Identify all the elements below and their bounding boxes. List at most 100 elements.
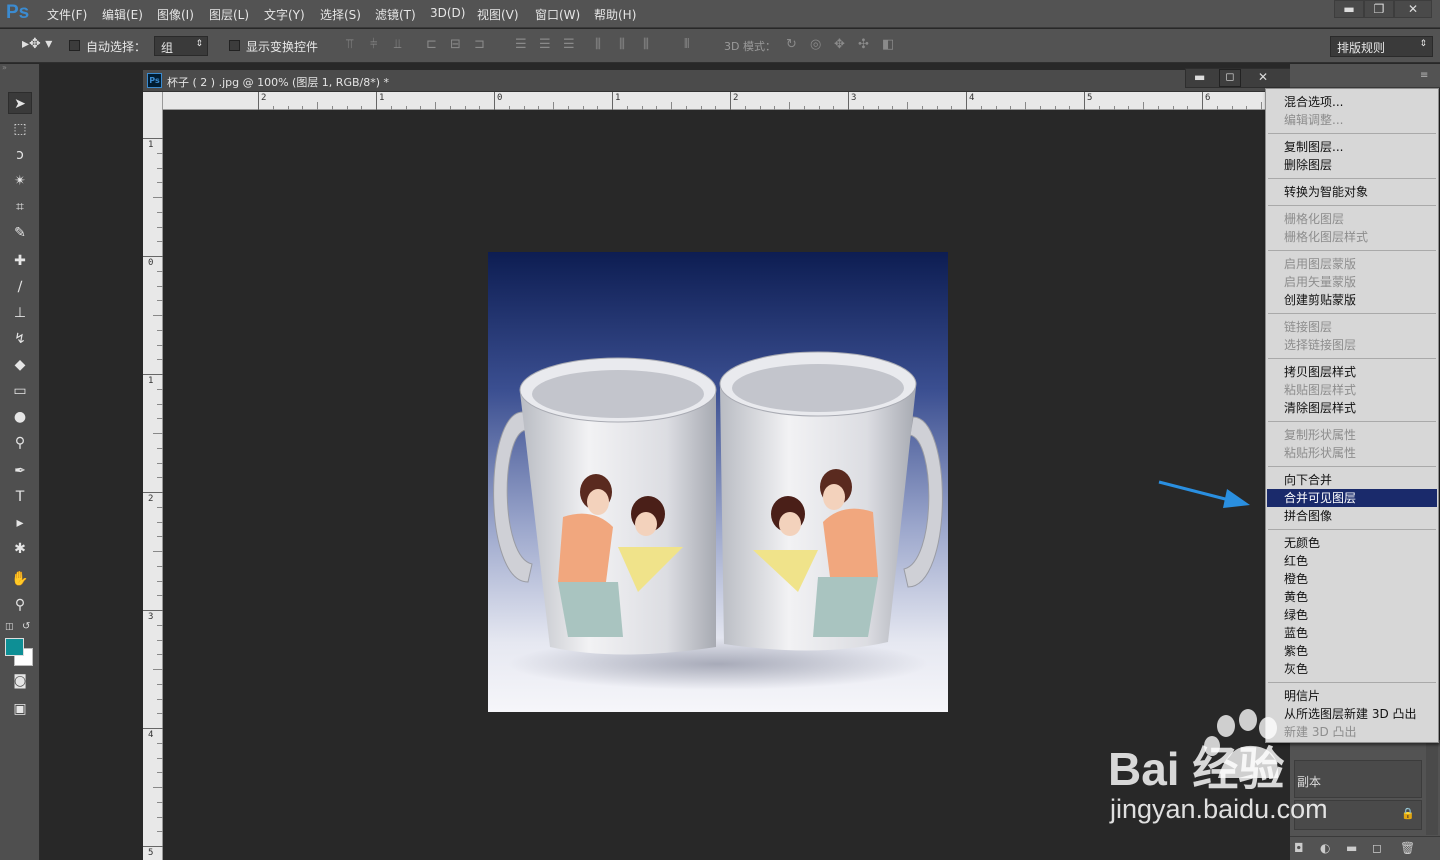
menu-image[interactable]: 图像(I) <box>157 6 194 23</box>
distribute-vcenter-icon[interactable]: ☰ <box>539 37 551 52</box>
path-select-tool-icon[interactable]: ▸ <box>8 512 32 534</box>
context-menu-item[interactable]: 启用图层蒙版 <box>1267 255 1437 273</box>
marquee-tool-icon[interactable]: ⬚ <box>8 118 32 140</box>
context-menu-item[interactable]: 清除图层样式 <box>1267 399 1437 417</box>
3d-roll-icon[interactable]: ◎ <box>810 37 821 52</box>
align-top-icon[interactable]: ⫪ <box>346 37 353 52</box>
adjustment-layer-icon[interactable]: ◐ <box>1320 841 1330 855</box>
context-menu-item[interactable]: 启用矢量蒙版 <box>1267 273 1437 291</box>
foreground-color-swatch[interactable] <box>5 638 24 656</box>
layers-scrollbar[interactable] <box>1426 740 1438 835</box>
distribute-top-icon[interactable]: ☰ <box>515 37 527 52</box>
delete-layer-icon[interactable]: 🗑 <box>1400 841 1415 855</box>
dodge-tool-icon[interactable]: ⚲ <box>8 432 32 454</box>
document-tab[interactable]: Ps 杯子 ( 2 ) .jpg @ 100% (图层 1, RGB/8*) * <box>143 70 1293 92</box>
doc-maximize-icon[interactable]: ◻ <box>1219 69 1241 87</box>
context-menu-item[interactable]: 红色 <box>1267 552 1437 570</box>
context-menu-item[interactable]: 紫色 <box>1267 642 1437 660</box>
auto-align-icon[interactable]: ⫴ <box>684 37 689 52</box>
brush-tool-icon[interactable]: ∕ <box>8 276 32 298</box>
minimize-button[interactable]: ▬ <box>1334 0 1364 18</box>
new-layer-icon[interactable]: ◻ <box>1372 841 1382 855</box>
context-menu-item[interactable]: 拷贝图层样式 <box>1267 363 1437 381</box>
context-menu-item[interactable]: 黄色 <box>1267 588 1437 606</box>
distribute-right-icon[interactable]: ⫼ <box>643 37 649 52</box>
menu-select[interactable]: 选择(S) <box>320 6 361 23</box>
layer-row[interactable]: 🔒 <box>1294 800 1422 830</box>
lasso-tool-icon[interactable]: ↄ <box>8 144 32 166</box>
layer-row[interactable]: 副本 <box>1294 760 1422 798</box>
context-menu-item[interactable]: 灰色 <box>1267 660 1437 678</box>
workspace-dropdown[interactable]: 排版规则 ⇕ <box>1330 36 1433 57</box>
link-layers-icon[interactable]: ◘ <box>1294 841 1304 855</box>
new-group-icon[interactable]: ▬ <box>1346 841 1357 855</box>
menu-edit[interactable]: 编辑(E) <box>102 6 143 23</box>
context-menu-item[interactable]: 选择链接图层 <box>1267 336 1437 354</box>
context-menu-item[interactable]: 栅格化图层 <box>1267 210 1437 228</box>
stamp-tool-icon[interactable]: ⊥ <box>8 302 32 324</box>
3d-pan-icon[interactable]: ✥ <box>834 37 845 52</box>
context-menu-item[interactable]: 混合选项... <box>1267 93 1437 111</box>
3d-rotate-icon[interactable]: ↻ <box>786 37 797 52</box>
context-menu-item[interactable]: 蓝色 <box>1267 624 1437 642</box>
default-colors-icon[interactable]: ◫ <box>5 622 14 632</box>
eyedropper-tool-icon[interactable]: ✎ <box>8 222 32 244</box>
context-menu-item[interactable]: 绿色 <box>1267 606 1437 624</box>
context-menu-item[interactable]: 编辑调整... <box>1267 111 1437 129</box>
doc-close-icon[interactable]: ✕ <box>1258 70 1268 84</box>
distribute-left-icon[interactable]: ⫼ <box>595 37 601 52</box>
doc-minimize-icon[interactable]: ▬ <box>1194 70 1205 84</box>
context-menu-item[interactable]: 向下合并 <box>1267 471 1437 489</box>
context-menu-item[interactable]: 粘贴形状属性 <box>1267 444 1437 462</box>
context-menu-item[interactable]: 从所选图层新建 3D 凸出 <box>1267 705 1437 723</box>
blur-tool-icon[interactable]: ● <box>8 406 32 428</box>
move-tool-preset-icon[interactable]: ▸✥ ▾ <box>22 36 52 52</box>
context-menu-item[interactable]: 明信片 <box>1267 687 1437 705</box>
crop-tool-icon[interactable]: ⌗ <box>8 196 32 218</box>
context-menu-item[interactable]: 合并可见图层 <box>1267 489 1437 507</box>
distribute-bottom-icon[interactable]: ☰ <box>563 37 575 52</box>
close-button[interactable]: ✕ <box>1394 0 1432 18</box>
type-tool-icon[interactable]: T <box>8 486 32 508</box>
swap-colors-icon[interactable]: ↺ <box>22 621 30 632</box>
menu-3d[interactable]: 3D(D) <box>430 6 465 20</box>
3d-scale-icon[interactable]: ◧ <box>882 37 894 52</box>
context-menu-item[interactable]: 复制图层... <box>1267 138 1437 156</box>
history-brush-tool-icon[interactable]: ↯ <box>8 328 32 350</box>
menu-file[interactable]: 文件(F) <box>47 6 87 23</box>
align-right-icon[interactable]: ⊐ <box>474 37 485 52</box>
restore-button[interactable]: ❐ <box>1364 0 1394 18</box>
menu-view[interactable]: 视图(V) <box>477 6 519 23</box>
context-menu-item[interactable]: 删除图层 <box>1267 156 1437 174</box>
panel-collapse-icon[interactable]: » <box>2 64 38 72</box>
menu-layer[interactable]: 图层(L) <box>209 6 249 23</box>
menu-help[interactable]: 帮助(H) <box>594 6 636 23</box>
align-left-icon[interactable]: ⊏ <box>426 37 437 52</box>
context-menu-item[interactable]: 链接图层 <box>1267 318 1437 336</box>
canvas-image[interactable] <box>488 252 948 712</box>
gradient-tool-icon[interactable]: ▭ <box>8 380 32 402</box>
menu-filter[interactable]: 滤镜(T) <box>375 6 416 23</box>
zoom-tool-icon[interactable]: ⚲ <box>8 594 32 616</box>
panel-menu-icon[interactable]: ≡ <box>1420 70 1428 81</box>
eraser-tool-icon[interactable]: ◆ <box>8 354 32 376</box>
align-vcenter-icon[interactable]: ⫩ <box>370 37 377 52</box>
context-menu-item[interactable]: 橙色 <box>1267 570 1437 588</box>
menu-window[interactable]: 窗口(W) <box>535 6 580 23</box>
context-menu-item[interactable]: 粘贴图层样式 <box>1267 381 1437 399</box>
context-menu-item[interactable]: 创建剪贴蒙版 <box>1267 291 1437 309</box>
auto-select-dropdown[interactable]: 组 ⇕ <box>154 36 208 56</box>
align-hcenter-icon[interactable]: ⊟ <box>450 37 461 52</box>
context-menu-item[interactable]: 新建 3D 凸出 <box>1267 723 1437 741</box>
context-menu-item[interactable]: 栅格化图层样式 <box>1267 228 1437 246</box>
auto-select-checkbox[interactable] <box>69 40 80 51</box>
context-menu-item[interactable]: 无颜色 <box>1267 534 1437 552</box>
shape-tool-icon[interactable]: ✱ <box>8 538 32 560</box>
context-menu-item[interactable]: 转换为智能对象 <box>1267 183 1437 201</box>
context-menu-item[interactable]: 拼合图像 <box>1267 507 1437 525</box>
hand-tool-icon[interactable]: ✋ <box>8 568 32 590</box>
magic-wand-tool-icon[interactable]: ✴ <box>8 170 32 192</box>
pen-tool-icon[interactable]: ✒ <box>8 460 32 482</box>
context-menu-item[interactable]: 复制形状属性 <box>1267 426 1437 444</box>
distribute-hcenter-icon[interactable]: ⫼ <box>619 37 625 52</box>
